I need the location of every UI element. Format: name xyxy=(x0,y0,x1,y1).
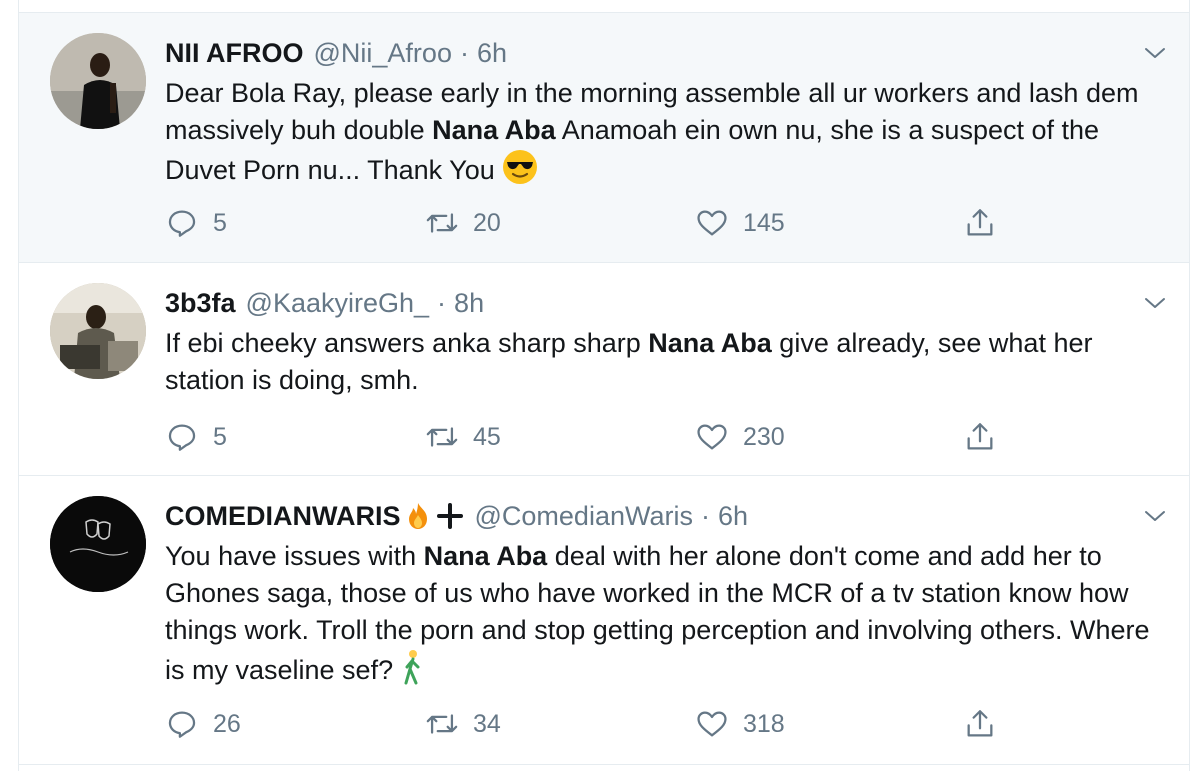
separator: · xyxy=(437,287,447,318)
tweet[interactable]: NII AFROO @Nii_Afroo · 6h Dear Bola Ray,… xyxy=(19,13,1189,263)
chevron-down-icon[interactable] xyxy=(1143,41,1167,65)
retweet-button[interactable]: 20 xyxy=(425,203,501,243)
separator: · xyxy=(459,37,469,68)
reply-count: 5 xyxy=(213,208,227,237)
like-count: 145 xyxy=(743,208,785,237)
avatar[interactable] xyxy=(50,283,146,379)
share-button[interactable] xyxy=(963,704,997,744)
share-icon xyxy=(967,209,993,236)
text-segment: You have issues with xyxy=(165,541,424,571)
reply-icon xyxy=(168,711,196,738)
chevron-down-icon[interactable] xyxy=(1143,504,1167,528)
heart-icon xyxy=(697,210,727,236)
heart-icon xyxy=(697,711,727,737)
plus-icon xyxy=(435,501,465,531)
reply-count: 5 xyxy=(213,422,227,451)
tweet-header: NII AFROO @Nii_Afroo · 6h xyxy=(165,35,507,71)
retweet-icon xyxy=(426,213,458,233)
retweet-icon xyxy=(426,714,458,734)
tweet-actions: 5 20 145 xyxy=(165,203,1189,243)
tweet-text: You have issues with Nana Aba deal with … xyxy=(165,538,1175,695)
reply-button[interactable]: 5 xyxy=(165,417,227,457)
fire-icon xyxy=(403,501,433,531)
sunglasses-emoji-icon xyxy=(502,149,538,195)
share-button[interactable] xyxy=(963,203,997,243)
user-handle[interactable]: @KaakyireGh_ xyxy=(246,288,430,319)
tweet-text: If ebi cheeky answers anka sharp sharp N… xyxy=(165,325,1175,399)
like-count: 318 xyxy=(743,709,785,738)
retweet-icon xyxy=(426,427,458,447)
share-icon xyxy=(967,710,993,737)
reply-button[interactable]: 26 xyxy=(165,704,241,744)
reply-count: 26 xyxy=(213,709,241,738)
like-count: 230 xyxy=(743,422,785,451)
like-button[interactable]: 230 xyxy=(695,417,785,457)
tweet[interactable]: COMEDIANWARIS @ComedianWaris · 6h You ha… xyxy=(19,476,1189,765)
highlighted-term: Nana Aba xyxy=(423,541,548,571)
display-name[interactable]: COMEDIANWARIS xyxy=(165,501,401,532)
tweet-header: 3b3fa @KaakyireGh_ · 8h xyxy=(165,285,484,321)
display-name[interactable]: 3b3fa xyxy=(165,288,236,319)
timestamp[interactable]: 8h xyxy=(454,288,484,319)
timestamp[interactable]: 6h xyxy=(718,501,748,532)
tweet-actions: 26 34 318 xyxy=(165,704,1189,744)
tweet-actions: 5 45 230 xyxy=(165,417,1189,457)
user-handle[interactable]: @Nii_Afroo xyxy=(314,38,452,69)
tweet-header: COMEDIANWARIS @ComedianWaris · 6h xyxy=(165,498,748,534)
reply-button[interactable]: 5 xyxy=(165,203,227,243)
reply-icon xyxy=(168,424,196,451)
chevron-down-icon[interactable] xyxy=(1143,291,1167,315)
like-button[interactable]: 145 xyxy=(695,203,785,243)
avatar[interactable] xyxy=(50,496,146,592)
timestamp[interactable]: 6h xyxy=(477,38,507,69)
heart-icon xyxy=(697,424,727,450)
tweet-text: Dear Bola Ray, please early in the morni… xyxy=(165,75,1175,195)
retweet-count: 45 xyxy=(473,422,501,451)
retweet-count: 20 xyxy=(473,208,501,237)
like-button[interactable]: 318 xyxy=(695,704,785,744)
person-walking-icon xyxy=(401,649,423,695)
retweet-button[interactable]: 34 xyxy=(425,704,501,744)
separator: · xyxy=(700,500,710,531)
timeline: NII AFROO @Nii_Afroo · 6h Dear Bola Ray,… xyxy=(18,0,1190,771)
user-handle[interactable]: @ComedianWaris xyxy=(475,501,693,532)
share-icon xyxy=(967,423,993,450)
tweet[interactable]: 3b3fa @KaakyireGh_ · 8h If ebi cheeky an… xyxy=(19,263,1189,476)
retweet-count: 34 xyxy=(473,709,501,738)
share-button[interactable] xyxy=(963,417,997,457)
avatar[interactable] xyxy=(50,33,146,129)
text-segment: If ebi cheeky answers anka sharp sharp xyxy=(165,328,649,358)
reply-icon xyxy=(168,210,196,237)
display-name[interactable]: NII AFROO xyxy=(165,38,304,69)
highlighted-term: Nana Aba xyxy=(432,115,556,145)
retweet-button[interactable]: 45 xyxy=(425,417,501,457)
highlighted-term: Nana Aba xyxy=(648,328,772,358)
